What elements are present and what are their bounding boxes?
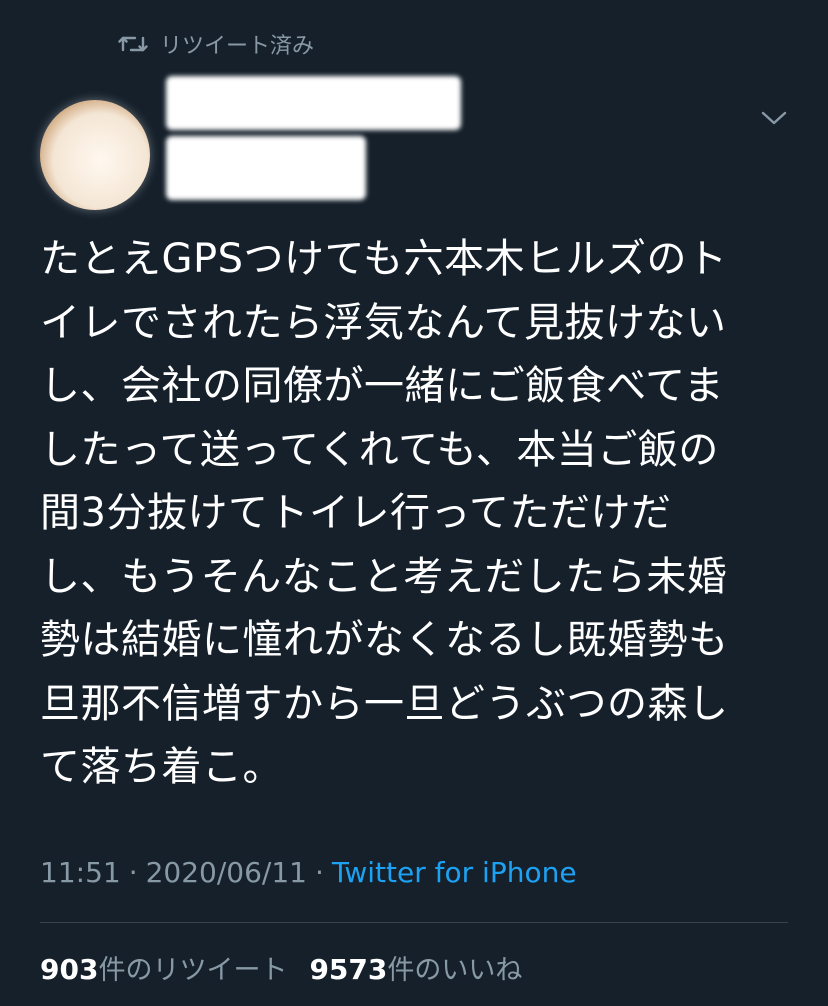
retweet-label: リツイート済み	[160, 34, 315, 59]
username-redacted[interactable]	[166, 136, 366, 200]
meta-separator: ·	[128, 856, 138, 889]
tweet-meta: 11:51 · 2020/06/11 · Twitter for iPhone	[40, 856, 577, 889]
retweet-indicator: リツイート済み	[118, 28, 314, 60]
tweet-stats: 903 件のリツイート 9573 件のいいね	[40, 948, 522, 987]
retweet-icon	[118, 33, 148, 55]
retweets-label: 件のリツイート	[98, 955, 288, 986]
tweet-source-link[interactable]: Twitter for iPhone	[332, 856, 577, 889]
likes-count: 9573	[309, 953, 388, 986]
display-name-redacted[interactable]	[166, 76, 461, 130]
retweets-stat[interactable]: 903 件のリツイート	[40, 948, 287, 987]
tweet-time: 11:51	[40, 856, 121, 889]
tweet-date: 2020/06/11	[145, 856, 307, 889]
retweets-count: 903	[40, 953, 99, 986]
likes-stat[interactable]: 9573 件のいいね	[309, 948, 522, 987]
chevron-down-icon[interactable]	[760, 104, 788, 132]
tweet-header	[40, 70, 788, 210]
avatar[interactable]	[40, 100, 150, 210]
divider	[40, 922, 788, 923]
meta-separator-2: ·	[315, 856, 324, 889]
tweet-text: たとえGPSつけても六本木ヒルズのト イレでされたら浮気なんて見抜けない し、会…	[40, 236, 729, 790]
likes-label: 件のいいね	[387, 955, 523, 986]
